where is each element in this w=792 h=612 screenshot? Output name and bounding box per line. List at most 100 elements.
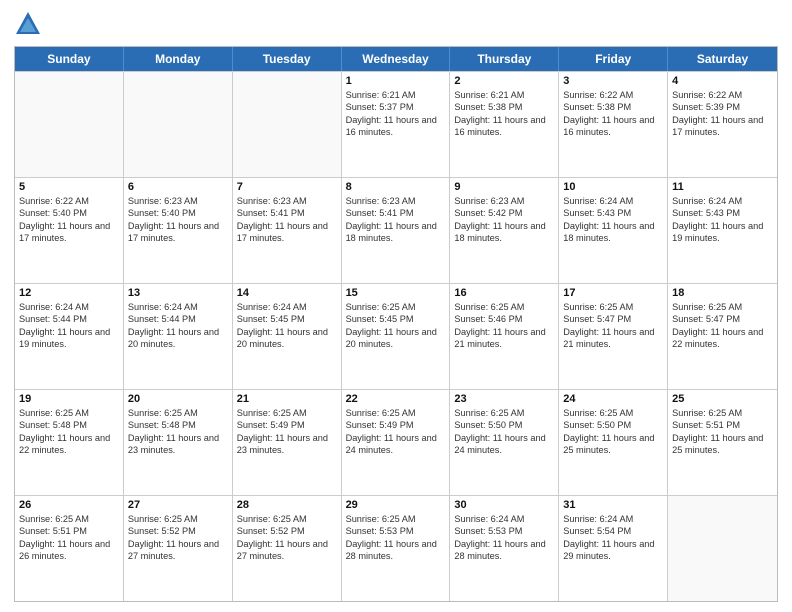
calendar-cell: 20 Sunrise: 6:25 AMSunset: 5:48 PMDaylig… xyxy=(124,390,233,495)
day-info: Sunrise: 6:24 AMSunset: 5:54 PMDaylight:… xyxy=(563,513,663,563)
day-info: Sunrise: 6:25 AMSunset: 5:50 PMDaylight:… xyxy=(563,407,663,457)
day-of-week-header: Sunday xyxy=(15,47,124,71)
calendar-cell: 13 Sunrise: 6:24 AMSunset: 5:44 PMDaylig… xyxy=(124,284,233,389)
day-info: Sunrise: 6:24 AMSunset: 5:43 PMDaylight:… xyxy=(563,195,663,245)
day-number: 2 xyxy=(454,75,554,87)
day-info: Sunrise: 6:25 AMSunset: 5:45 PMDaylight:… xyxy=(346,301,446,351)
day-info: Sunrise: 6:24 AMSunset: 5:44 PMDaylight:… xyxy=(128,301,228,351)
day-info: Sunrise: 6:25 AMSunset: 5:51 PMDaylight:… xyxy=(672,407,773,457)
day-number: 6 xyxy=(128,181,228,193)
day-of-week-header: Wednesday xyxy=(342,47,451,71)
calendar-cell xyxy=(668,496,777,601)
calendar-cell: 12 Sunrise: 6:24 AMSunset: 5:44 PMDaylig… xyxy=(15,284,124,389)
day-number: 19 xyxy=(19,393,119,405)
day-number: 23 xyxy=(454,393,554,405)
calendar-cell: 7 Sunrise: 6:23 AMSunset: 5:41 PMDayligh… xyxy=(233,178,342,283)
calendar-cell: 21 Sunrise: 6:25 AMSunset: 5:49 PMDaylig… xyxy=(233,390,342,495)
calendar-cell: 8 Sunrise: 6:23 AMSunset: 5:41 PMDayligh… xyxy=(342,178,451,283)
calendar-row: 5 Sunrise: 6:22 AMSunset: 5:40 PMDayligh… xyxy=(15,177,777,283)
day-info: Sunrise: 6:25 AMSunset: 5:46 PMDaylight:… xyxy=(454,301,554,351)
day-info: Sunrise: 6:21 AMSunset: 5:38 PMDaylight:… xyxy=(454,89,554,139)
calendar-row: 12 Sunrise: 6:24 AMSunset: 5:44 PMDaylig… xyxy=(15,283,777,389)
day-number: 9 xyxy=(454,181,554,193)
day-number: 1 xyxy=(346,75,446,87)
calendar-cell: 24 Sunrise: 6:25 AMSunset: 5:50 PMDaylig… xyxy=(559,390,668,495)
calendar-row: 19 Sunrise: 6:25 AMSunset: 5:48 PMDaylig… xyxy=(15,389,777,495)
day-of-week-header: Thursday xyxy=(450,47,559,71)
calendar-cell: 2 Sunrise: 6:21 AMSunset: 5:38 PMDayligh… xyxy=(450,72,559,177)
calendar-cell: 11 Sunrise: 6:24 AMSunset: 5:43 PMDaylig… xyxy=(668,178,777,283)
calendar-cell: 23 Sunrise: 6:25 AMSunset: 5:50 PMDaylig… xyxy=(450,390,559,495)
calendar-row: 26 Sunrise: 6:25 AMSunset: 5:51 PMDaylig… xyxy=(15,495,777,601)
day-info: Sunrise: 6:25 AMSunset: 5:53 PMDaylight:… xyxy=(346,513,446,563)
day-number: 15 xyxy=(346,287,446,299)
day-number: 25 xyxy=(672,393,773,405)
day-number: 29 xyxy=(346,499,446,511)
day-number: 10 xyxy=(563,181,663,193)
logo-area xyxy=(14,10,44,38)
calendar-cell: 30 Sunrise: 6:24 AMSunset: 5:53 PMDaylig… xyxy=(450,496,559,601)
day-of-week-header: Tuesday xyxy=(233,47,342,71)
day-info: Sunrise: 6:23 AMSunset: 5:41 PMDaylight:… xyxy=(346,195,446,245)
calendar-header: SundayMondayTuesdayWednesdayThursdayFrid… xyxy=(15,47,777,71)
day-info: Sunrise: 6:25 AMSunset: 5:49 PMDaylight:… xyxy=(346,407,446,457)
day-info: Sunrise: 6:22 AMSunset: 5:40 PMDaylight:… xyxy=(19,195,119,245)
day-number: 18 xyxy=(672,287,773,299)
calendar-cell: 25 Sunrise: 6:25 AMSunset: 5:51 PMDaylig… xyxy=(668,390,777,495)
day-of-week-header: Saturday xyxy=(668,47,777,71)
page: SundayMondayTuesdayWednesdayThursdayFrid… xyxy=(0,0,792,612)
day-number: 17 xyxy=(563,287,663,299)
day-info: Sunrise: 6:23 AMSunset: 5:42 PMDaylight:… xyxy=(454,195,554,245)
day-info: Sunrise: 6:24 AMSunset: 5:44 PMDaylight:… xyxy=(19,301,119,351)
day-info: Sunrise: 6:24 AMSunset: 5:43 PMDaylight:… xyxy=(672,195,773,245)
day-info: Sunrise: 6:22 AMSunset: 5:38 PMDaylight:… xyxy=(563,89,663,139)
calendar: SundayMondayTuesdayWednesdayThursdayFrid… xyxy=(14,46,778,602)
header xyxy=(14,10,778,38)
day-number: 28 xyxy=(237,499,337,511)
day-info: Sunrise: 6:25 AMSunset: 5:49 PMDaylight:… xyxy=(237,407,337,457)
day-number: 11 xyxy=(672,181,773,193)
day-number: 3 xyxy=(563,75,663,87)
calendar-cell: 4 Sunrise: 6:22 AMSunset: 5:39 PMDayligh… xyxy=(668,72,777,177)
calendar-cell: 18 Sunrise: 6:25 AMSunset: 5:47 PMDaylig… xyxy=(668,284,777,389)
day-number: 16 xyxy=(454,287,554,299)
day-info: Sunrise: 6:23 AMSunset: 5:41 PMDaylight:… xyxy=(237,195,337,245)
calendar-cell: 9 Sunrise: 6:23 AMSunset: 5:42 PMDayligh… xyxy=(450,178,559,283)
day-number: 31 xyxy=(563,499,663,511)
day-info: Sunrise: 6:24 AMSunset: 5:45 PMDaylight:… xyxy=(237,301,337,351)
day-info: Sunrise: 6:21 AMSunset: 5:37 PMDaylight:… xyxy=(346,89,446,139)
calendar-cell: 3 Sunrise: 6:22 AMSunset: 5:38 PMDayligh… xyxy=(559,72,668,177)
day-info: Sunrise: 6:25 AMSunset: 5:52 PMDaylight:… xyxy=(128,513,228,563)
calendar-cell: 16 Sunrise: 6:25 AMSunset: 5:46 PMDaylig… xyxy=(450,284,559,389)
calendar-body: 1 Sunrise: 6:21 AMSunset: 5:37 PMDayligh… xyxy=(15,71,777,601)
day-of-week-header: Friday xyxy=(559,47,668,71)
day-number: 7 xyxy=(237,181,337,193)
day-number: 4 xyxy=(672,75,773,87)
day-info: Sunrise: 6:24 AMSunset: 5:53 PMDaylight:… xyxy=(454,513,554,563)
day-number: 13 xyxy=(128,287,228,299)
day-number: 14 xyxy=(237,287,337,299)
calendar-cell xyxy=(15,72,124,177)
day-info: Sunrise: 6:25 AMSunset: 5:48 PMDaylight:… xyxy=(128,407,228,457)
day-number: 30 xyxy=(454,499,554,511)
calendar-cell: 1 Sunrise: 6:21 AMSunset: 5:37 PMDayligh… xyxy=(342,72,451,177)
calendar-cell: 15 Sunrise: 6:25 AMSunset: 5:45 PMDaylig… xyxy=(342,284,451,389)
calendar-cell: 10 Sunrise: 6:24 AMSunset: 5:43 PMDaylig… xyxy=(559,178,668,283)
calendar-cell xyxy=(233,72,342,177)
calendar-cell: 5 Sunrise: 6:22 AMSunset: 5:40 PMDayligh… xyxy=(15,178,124,283)
calendar-cell: 26 Sunrise: 6:25 AMSunset: 5:51 PMDaylig… xyxy=(15,496,124,601)
day-info: Sunrise: 6:25 AMSunset: 5:47 PMDaylight:… xyxy=(672,301,773,351)
calendar-cell: 22 Sunrise: 6:25 AMSunset: 5:49 PMDaylig… xyxy=(342,390,451,495)
calendar-cell: 27 Sunrise: 6:25 AMSunset: 5:52 PMDaylig… xyxy=(124,496,233,601)
day-number: 5 xyxy=(19,181,119,193)
calendar-cell xyxy=(124,72,233,177)
day-info: Sunrise: 6:25 AMSunset: 5:52 PMDaylight:… xyxy=(237,513,337,563)
logo-icon xyxy=(14,10,42,38)
day-number: 12 xyxy=(19,287,119,299)
day-number: 24 xyxy=(563,393,663,405)
calendar-cell: 6 Sunrise: 6:23 AMSunset: 5:40 PMDayligh… xyxy=(124,178,233,283)
day-of-week-header: Monday xyxy=(124,47,233,71)
day-info: Sunrise: 6:25 AMSunset: 5:50 PMDaylight:… xyxy=(454,407,554,457)
calendar-cell: 28 Sunrise: 6:25 AMSunset: 5:52 PMDaylig… xyxy=(233,496,342,601)
day-number: 22 xyxy=(346,393,446,405)
